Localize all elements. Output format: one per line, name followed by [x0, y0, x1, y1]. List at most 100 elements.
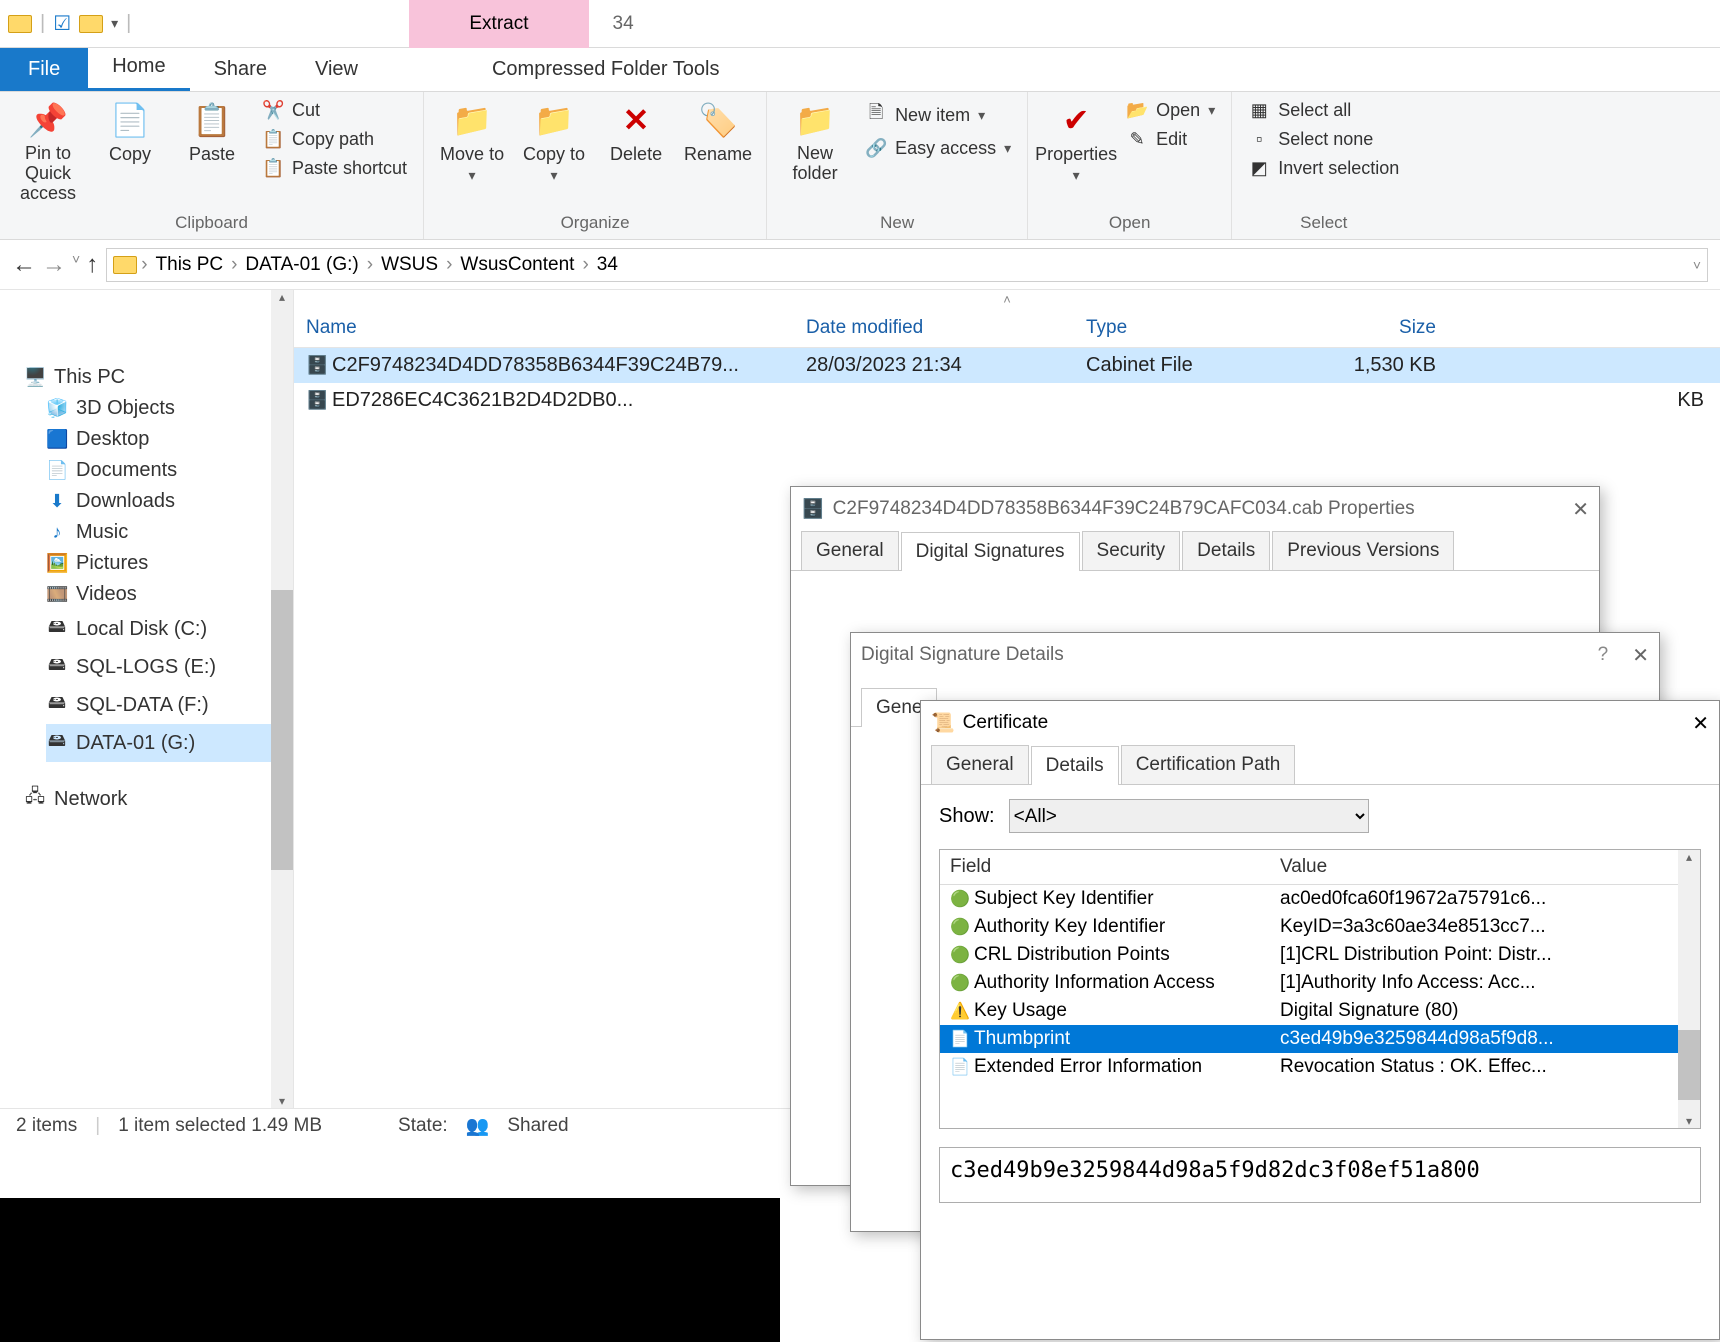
file-tab[interactable]: File: [0, 48, 88, 91]
dialog-titlebar[interactable]: 📜Certificate ✕: [921, 701, 1719, 745]
header-value[interactable]: Value: [1280, 856, 1690, 878]
folder-icon[interactable]: [8, 15, 32, 33]
close-icon[interactable]: ✕: [1572, 497, 1589, 522]
qat-checkbox-icon[interactable]: ☑: [53, 11, 71, 36]
crumb[interactable]: WSUS: [377, 254, 442, 276]
forward-button[interactable]: →: [42, 251, 66, 279]
tree-network[interactable]: 🖧Network: [24, 780, 293, 818]
cert-row[interactable]: 🟢Authority Key IdentifierKeyID=3a3c60ae3…: [940, 913, 1700, 941]
ext-icon: 🟢: [950, 945, 974, 965]
copy-path-button[interactable]: 📋Copy path: [258, 127, 411, 152]
refresh-dropdown[interactable]: ˅: [1693, 257, 1701, 273]
invert-selection-button[interactable]: ◩Invert selection: [1244, 156, 1403, 181]
cert-row[interactable]: 🟢Authority Information Access[1]Authorit…: [940, 969, 1700, 997]
tree-sql-logs[interactable]: 🖴SQL-LOGS (E:): [46, 648, 293, 686]
tab-compressed-tools[interactable]: Compressed Folder Tools: [478, 48, 734, 91]
group-label: New: [779, 213, 1015, 233]
tab-details[interactable]: Details: [1031, 746, 1119, 785]
crumb[interactable]: 34: [593, 254, 622, 276]
crumb[interactable]: DATA-01 (G:): [241, 254, 362, 276]
tab-home[interactable]: Home: [88, 45, 189, 91]
pc-icon: 🖥️: [24, 367, 46, 388]
column-modified[interactable]: Date modified: [806, 317, 1086, 339]
crumb[interactable]: This PC: [152, 254, 228, 276]
field-value-box[interactable]: c3ed49b9e3259844d98a5f9d82dc3f08ef51a800: [939, 1147, 1701, 1203]
tree-this-pc[interactable]: 🖥️This PC: [24, 362, 293, 393]
tree-scrollbar[interactable]: ▴ ▾: [271, 290, 293, 1108]
file-row[interactable]: 🗄️ C2F9748234D4DD78358B6344F39C24B79... …: [294, 348, 1720, 383]
tab-share[interactable]: Share: [190, 48, 291, 91]
help-icon[interactable]: ?: [1598, 644, 1609, 666]
cert-row[interactable]: 🟢CRL Distribution Points[1]CRL Distribut…: [940, 941, 1700, 969]
dialog-titlebar[interactable]: Digital Signature Details ? ✕: [851, 633, 1659, 677]
cert-row[interactable]: 📄Extended Error InformationRevocation St…: [940, 1053, 1700, 1081]
list-scrollbar[interactable]: ▴ ▾: [1678, 850, 1700, 1128]
scroll-thumb[interactable]: [1678, 1030, 1700, 1100]
crumb[interactable]: WsusContent: [456, 254, 578, 276]
file-row[interactable]: 🗄️ ED7286EC4C3621B2D4D2DB0... KB: [294, 383, 1720, 418]
select-none-button[interactable]: ▫Select none: [1244, 127, 1403, 152]
properties-button[interactable]: ✔Properties: [1040, 98, 1112, 184]
copy-to-button[interactable]: 📁Copy to: [518, 98, 590, 184]
warn-icon: ⚠️: [950, 1001, 974, 1021]
breadcrumb[interactable]: › This PC› DATA-01 (G:)› WSUS› WsusConte…: [106, 248, 1708, 282]
column-size[interactable]: Size: [1316, 317, 1436, 339]
pin-to-quick-access-button[interactable]: 📌 Pin to Quick access: [12, 98, 84, 203]
delete-button[interactable]: ✕Delete: [600, 98, 672, 165]
easy-access-button[interactable]: 🔗Easy access: [861, 136, 1015, 161]
select-all-button[interactable]: ▦Select all: [1244, 98, 1403, 123]
tree-3d-objects[interactable]: 🧊3D Objects: [46, 393, 293, 424]
tree-music[interactable]: ♪Music: [46, 517, 293, 548]
scroll-up-icon[interactable]: ▴: [1678, 850, 1700, 864]
new-item-button[interactable]: 🗎New item: [861, 98, 1015, 132]
header-field[interactable]: Field: [950, 856, 1280, 878]
scroll-thumb[interactable]: [271, 590, 293, 870]
column-name[interactable]: Name: [306, 317, 806, 339]
tab-details[interactable]: Details: [1182, 531, 1270, 570]
tree-sql-data[interactable]: 🖴SQL-DATA (F:): [46, 686, 293, 724]
open-button[interactable]: 📂Open: [1122, 98, 1219, 123]
recent-dropdown[interactable]: ˅: [72, 251, 80, 279]
tab-previous-versions[interactable]: Previous Versions: [1272, 531, 1454, 570]
cert-row-thumbprint[interactable]: 📄Thumbprintc3ed49b9e3259844d98a5f9d8...: [940, 1025, 1700, 1053]
cert-row[interactable]: 🟢Subject Key Identifierac0ed0fca60f19672…: [940, 885, 1700, 913]
close-icon[interactable]: ✕: [1692, 711, 1709, 736]
new-folder-button[interactable]: 📁New folder: [779, 98, 851, 184]
dialog-titlebar[interactable]: 🗄️C2F9748234D4DD78358B6344F39C24B79CAFC0…: [791, 487, 1599, 531]
tree-downloads[interactable]: ⬇Downloads: [46, 486, 293, 517]
ribbon-group-organize: 📁Move to 📁Copy to ✕Delete 🏷️Rename Organ…: [424, 92, 767, 239]
tab-general[interactable]: General: [801, 531, 899, 570]
folder-icon[interactable]: [79, 15, 103, 33]
black-pane: [0, 1198, 780, 1342]
paste-button[interactable]: 📋 Paste: [176, 98, 248, 165]
back-button[interactable]: ←: [12, 251, 36, 279]
scroll-down-icon[interactable]: ▾: [271, 1094, 293, 1108]
edit-icon: ✎: [1126, 129, 1148, 150]
tree-desktop[interactable]: 🟦Desktop: [46, 424, 293, 455]
column-type[interactable]: Type: [1086, 317, 1316, 339]
tree-pictures[interactable]: 🖼️Pictures: [46, 548, 293, 579]
tab-general[interactable]: General: [931, 745, 1029, 784]
rename-icon: 🏷️: [696, 98, 740, 142]
edit-button[interactable]: ✎Edit: [1122, 127, 1219, 152]
show-dropdown[interactable]: <All>: [1009, 799, 1369, 833]
tree-data-01[interactable]: 🖴DATA-01 (G:): [46, 724, 293, 762]
tree-videos[interactable]: 🎞️Videos: [46, 579, 293, 610]
tab-digital-signatures[interactable]: Digital Signatures: [901, 532, 1080, 571]
copy-button[interactable]: 📄 Copy: [94, 98, 166, 165]
move-to-button[interactable]: 📁Move to: [436, 98, 508, 184]
cut-button[interactable]: ✂️Cut: [258, 98, 411, 123]
close-icon[interactable]: ✕: [1632, 643, 1649, 668]
scroll-down-icon[interactable]: ▾: [1678, 1114, 1700, 1128]
tab-view[interactable]: View: [291, 48, 382, 91]
paste-shortcut-button[interactable]: 📋Paste shortcut: [258, 156, 411, 181]
tree-local-disk-c[interactable]: 🖴Local Disk (C:): [46, 610, 293, 648]
tree-documents[interactable]: 📄Documents: [46, 455, 293, 486]
cert-row[interactable]: ⚠️Key UsageDigital Signature (80): [940, 997, 1700, 1025]
tab-security[interactable]: Security: [1082, 531, 1181, 570]
rename-button[interactable]: 🏷️Rename: [682, 98, 754, 165]
up-button[interactable]: ↑: [86, 251, 98, 279]
qat-dropdown-icon[interactable]: ▾: [111, 15, 118, 32]
tab-certification-path[interactable]: Certification Path: [1121, 745, 1296, 784]
scroll-up-icon[interactable]: ▴: [271, 290, 293, 304]
